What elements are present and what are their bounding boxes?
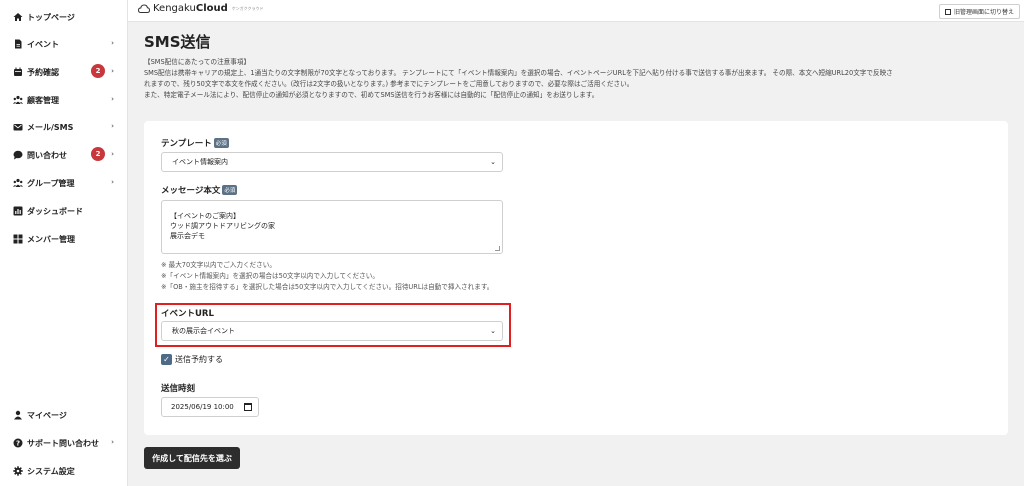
cloud-logo-icon (138, 4, 150, 13)
template-label-text: テンプレート (161, 139, 212, 149)
notice-line: SMS配信は携帯キャリアの規定上、1通当たりの文字制限が70文字となっております… (144, 69, 893, 77)
sidebar-item-label: マイページ (27, 410, 67, 420)
document-icon (13, 39, 23, 49)
required-tag: 必須 (222, 185, 238, 195)
message-line: ウッド調アウトドアリビングの家 (170, 222, 275, 230)
chevron-right-icon: › (111, 122, 114, 130)
sidebar-item-label: トップページ (27, 12, 75, 22)
notification-badge: 2 (91, 64, 105, 78)
chevron-down-icon: ⌄ (490, 158, 496, 166)
message-body-textarea[interactable]: 【イベントのご案内】 ウッド調アウトドアリビングの家 展示会デモ (161, 200, 503, 254)
send-time-label: 送信時刻 (161, 384, 196, 394)
svg-text:?: ? (16, 439, 20, 447)
send-time-value: 2025/06/19 10:00 (171, 403, 234, 411)
resize-handle[interactable] (495, 246, 500, 251)
gear-icon (13, 466, 23, 476)
sidebar-item-label: サポート問い合わせ (27, 438, 99, 448)
question-icon: ? (13, 438, 23, 448)
schedule-send-checkbox-row[interactable]: ✓ 送信予約する (161, 354, 223, 365)
message-label: メッセージ本文 必須 (161, 184, 238, 196)
sidebar-item-label: グループ管理 (27, 178, 75, 188)
top-header: Kengaku Cloud ケンガククラウド 旧管理画面に切り替え (128, 0, 1024, 22)
sidebar-item-label: システム設定 (27, 466, 75, 476)
hint-line: ※「OB・施主を招待する」を選択した場合は50文字以内で入力してください。招待U… (161, 283, 494, 291)
sidebar-item-mypage[interactable]: マイページ (0, 403, 128, 427)
switch-icon (944, 8, 951, 15)
switch-button-label: 旧管理画面に切り替え (953, 9, 1014, 16)
sidebar-item-events[interactable]: イベント › (0, 32, 128, 56)
notice-line: 【SMS配信にあたっての注意事項】 (144, 58, 251, 66)
chat-icon (13, 150, 23, 160)
sidebar-item-reservations[interactable]: 予約確認 2 › (0, 60, 128, 84)
sidebar-item-members[interactable]: メンバー管理 (0, 227, 128, 251)
users-icon (13, 95, 23, 105)
chevron-right-icon: › (111, 150, 114, 158)
required-tag: 必須 (213, 138, 229, 148)
sidebar-item-label: ダッシュボード (27, 206, 83, 216)
notice-line: また、特定電子メール法により、配信停止の通知が必須となりますので、初めてSMS送… (144, 91, 599, 99)
hint-line: ※「イベント情報案内」を選択の場合は50文字以内で入力してください。 (161, 272, 379, 280)
schedule-send-checkbox[interactable]: ✓ (161, 354, 172, 365)
sidebar-item-label: イベント (27, 39, 59, 49)
schedule-send-label: 送信予約する (175, 355, 223, 364)
create-and-select-recipients-button[interactable]: 作成して配信先を選ぶ (144, 447, 240, 469)
sidebar-item-label: メンバー管理 (27, 234, 75, 244)
message-line: 【イベントのご案内】 (170, 212, 240, 220)
sms-notice: 【SMS配信にあたっての注意事項】 SMS配信は携帯キャリアの規定上、1通当たり… (144, 57, 1014, 101)
home-icon (13, 12, 23, 22)
highlight-box (155, 303, 511, 347)
template-select[interactable]: イベント情報案内 ⌄ (161, 152, 503, 172)
mail-icon (13, 122, 23, 132)
chevron-right-icon: › (111, 67, 114, 75)
chevron-right-icon: › (111, 438, 114, 446)
page-title: SMS送信 (144, 33, 211, 51)
sidebar-item-groups[interactable]: グループ管理 › (0, 171, 128, 195)
grid-icon (13, 234, 23, 244)
sidebar-item-top-page[interactable]: トップページ (0, 5, 128, 29)
dashboard-icon (13, 206, 23, 216)
template-label: テンプレート 必須 (161, 137, 229, 149)
logo-cloud-text: Cloud (195, 3, 228, 14)
template-select-value: イベント情報案内 (172, 158, 228, 166)
message-hints: ※ 最大70文字以内でご入力ください。 ※「イベント情報案内」を選択の場合は50… (161, 260, 493, 293)
sidebar-item-label: 顧客管理 (27, 95, 59, 105)
sidebar-item-dashboard[interactable]: ダッシュボード (0, 199, 128, 223)
sidebar-item-mail-sms[interactable]: メール/SMS › (0, 115, 128, 139)
chevron-right-icon: › (111, 39, 114, 47)
chevron-right-icon: › (111, 178, 114, 186)
sidebar-item-label: メール/SMS (27, 122, 74, 132)
sidebar-item-support[interactable]: ? サポート問い合わせ › (0, 431, 128, 455)
logo-subtitle: ケンガククラウド (231, 5, 264, 11)
hint-line: ※ 最大70文字以内でご入力ください。 (161, 261, 276, 269)
calendar-icon[interactable] (244, 403, 252, 411)
calendar-icon (13, 67, 23, 77)
send-time-input[interactable]: 2025/06/19 10:00 (161, 397, 259, 417)
chevron-right-icon: › (111, 95, 114, 103)
message-label-text: メッセージ本文 (161, 186, 221, 196)
notification-badge: 2 (91, 147, 105, 161)
logo-brand-text: Kengaku (153, 3, 196, 14)
message-line: 展示会デモ (170, 232, 205, 240)
switch-legacy-admin-button[interactable]: 旧管理画面に切り替え (938, 4, 1020, 19)
sidebar-item-label: 予約確認 (27, 67, 59, 77)
person-icon (13, 410, 23, 420)
sidebar-item-customers[interactable]: 顧客管理 › (0, 88, 128, 112)
app-logo[interactable]: Kengaku Cloud ケンガククラウド (138, 3, 264, 14)
sidebar-item-system-settings[interactable]: システム設定 (0, 459, 128, 483)
group-icon (13, 178, 23, 188)
notice-line: れますので、残り50文字で本文を作成ください。(改行は2文字の扱いとなります。)… (144, 80, 634, 88)
sidebar: トップページ イベント › 予約確認 2 › 顧客管理 › メール/SMS › … (0, 0, 128, 486)
sidebar-item-inquiries[interactable]: 問い合わせ 2 › (0, 143, 128, 167)
sidebar-item-label: 問い合わせ (27, 150, 67, 160)
